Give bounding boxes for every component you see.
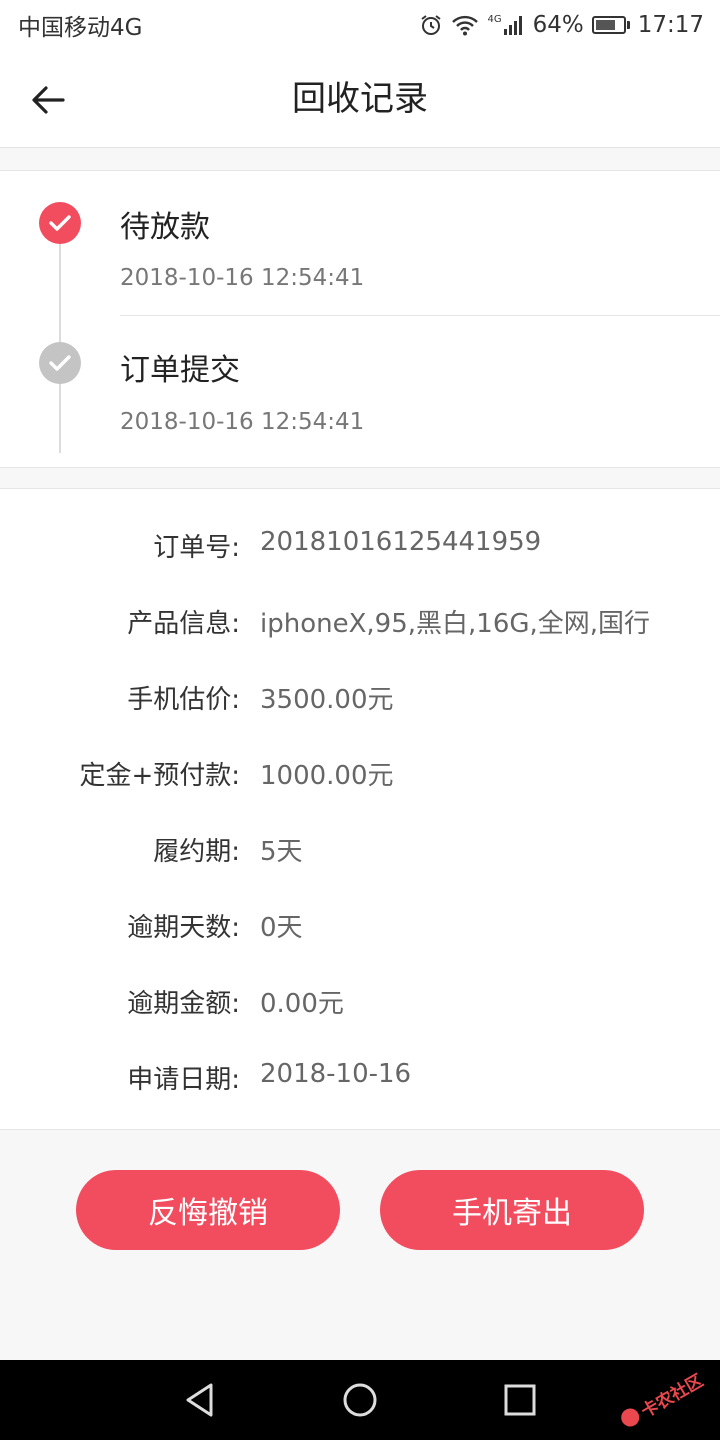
check-circle-icon — [39, 202, 81, 244]
timeline-step-title: 待放款 — [120, 210, 210, 245]
cancel-button[interactable]: 反悔撤销 — [76, 1170, 340, 1250]
nav-bar: 回收记录 — [0, 50, 720, 148]
detail-label: 逾期天数: — [127, 913, 240, 943]
battery-icon — [591, 16, 630, 34]
detail-value: 1000.00元 — [260, 761, 394, 791]
signal-icon: 4G — [487, 15, 524, 35]
detail-value: 0天 — [260, 913, 303, 943]
detail-row-overdue-days: 逾期天数: 0天 — [0, 907, 720, 947]
ship-phone-button[interactable]: 手机寄出 — [380, 1170, 644, 1250]
detail-label: 履约期: — [153, 837, 240, 867]
detail-value: 2018-10-16 — [260, 1059, 412, 1089]
arrow-left-icon — [32, 86, 65, 114]
clock: 17:17 — [637, 12, 704, 38]
back-triangle-icon[interactable] — [180, 1380, 220, 1420]
alarm-icon — [419, 13, 443, 37]
detail-label: 手机估价: — [127, 685, 240, 715]
detail-value: 5天 — [260, 837, 303, 867]
timeline-step-time: 2018-10-16 12:54:41 — [120, 409, 365, 435]
detail-row-term: 履约期: 5天 — [0, 831, 720, 871]
detail-value: 0.00元 — [260, 989, 344, 1019]
status-icons: 4G 64% 17:17 — [419, 12, 704, 38]
status-timeline: 待放款 2018-10-16 12:54:41 订单提交 2018-10-16 … — [0, 170, 720, 468]
detail-value: iphoneX,95,黑白,16G,全网,国行 — [260, 609, 651, 639]
detail-row-valuation: 手机估价: 3500.00元 — [0, 679, 720, 719]
network-type-label: 4G — [487, 14, 502, 25]
detail-label: 产品信息: — [127, 609, 240, 639]
carrier-label: 中国移动4G — [18, 15, 143, 41]
battery-percent: 64% — [532, 12, 584, 38]
detail-row-order-number: 订单号: 20181016125441959 — [0, 527, 720, 567]
status-bar: 中国移动4G 4G 64% 17:17 — [0, 0, 720, 50]
watermark-text: 卡农社区 — [637, 1370, 707, 1422]
detail-value: 20181016125441959 — [260, 527, 542, 557]
detail-row-overdue-amount: 逾期金额: 0.00元 — [0, 983, 720, 1023]
detail-value: 3500.00元 — [260, 685, 394, 715]
recents-square-icon[interactable] — [500, 1380, 540, 1420]
timeline-step-time: 2018-10-16 12:54:41 — [120, 265, 365, 291]
wifi-icon — [451, 14, 479, 36]
detail-label: 申请日期: — [127, 1065, 240, 1095]
timeline-step-title: 订单提交 — [120, 353, 240, 388]
detail-label: 逾期金额: — [127, 989, 240, 1019]
detail-row-deposit: 定金+预付款: 1000.00元 — [0, 755, 720, 795]
page-title: 回收记录 — [292, 79, 428, 119]
detail-row-apply-date: 申请日期: 2018-10-16 — [0, 1059, 720, 1099]
detail-row-product-info: 产品信息: iphoneX,95,黑白,16G,全网,国行 — [0, 603, 720, 643]
detail-label: 定金+预付款: — [79, 761, 240, 791]
order-details: 订单号: 20181016125441959 产品信息: iphoneX,95,… — [0, 488, 720, 1130]
detail-label: 订单号: — [153, 533, 240, 563]
home-circle-icon[interactable] — [340, 1380, 380, 1420]
check-circle-icon — [39, 342, 81, 384]
back-button[interactable] — [22, 74, 74, 126]
divider — [120, 315, 720, 316]
